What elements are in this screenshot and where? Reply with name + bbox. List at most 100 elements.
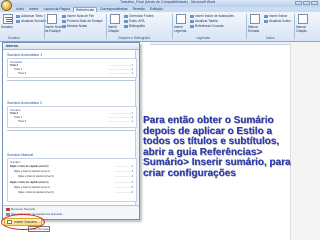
manage-sources-button[interactable]: Gerenciar Fontes [124,14,154,18]
mark-citation-button[interactable]: Marcar Citação [296,25,316,33]
update-table-icon [190,19,194,23]
sources-icon [124,14,128,18]
highlight-circle [1,214,45,230]
window-controls [295,1,318,5]
caption-icon [176,14,186,24]
toc-preview-line: Título 1 [10,112,19,115]
table-of-contents-icon [3,14,13,24]
group-citations-label: Citações e Bibliografia [118,36,150,40]
toc-preview-line: Digite o título do capítulo (nível 1) [10,181,49,184]
toc-preview-line: Digite o título do capítulo (nível 1) [10,165,49,168]
add-text-icon [16,14,20,18]
cross-reference-icon [190,24,194,28]
style-label: Estilo: APA [129,19,145,23]
toc-preview-dots: ....................................1 [107,72,133,75]
insert-citation-button[interactable]: Inserir Citação [108,25,122,33]
toc-preview-dots: ....................................1 [107,120,133,123]
update-toc-label: Atualizar Sumário [21,19,47,23]
gallery-header: Interno [3,43,139,50]
update-icon [16,19,20,23]
show-notes-label: Mostrar Notas [67,24,88,28]
update-table-label: Atualizar Tabela [195,19,218,23]
toc-style-title: Sumário Manual [7,153,34,157]
citation-icon [110,14,120,24]
office-button[interactable] [1,0,12,11]
toc-style-title: Sumário Automático 1 [7,53,43,57]
ribbon-separator [172,14,173,39]
toc-style-title: Sumário Automático 2 [7,101,43,105]
group-sumario-label: Sumário [8,36,20,40]
style-select[interactable]: Estilo: APA [124,19,145,23]
group-index-label: Índice [266,36,275,40]
show-notes-button[interactable]: Mostrar Notas [62,24,87,28]
toc-preview-line: Título 2 [14,68,22,71]
toc-preview-line: Digite o título do capítulo (nível 2) [14,186,50,189]
remove-toc-menu-item[interactable]: Remover Sumário [6,207,35,211]
cross-reference-button[interactable]: Referência Cruzada [190,24,223,28]
toc-preview-dots: ..........................3 [114,175,133,178]
gallery-divider [7,130,135,131]
group-captions-label: Legendas [196,36,211,40]
toc-preview-dots: ....................................1 [107,64,133,67]
mark-entry-icon [250,14,260,24]
toc-preview-dots: ....................................1 [107,116,133,119]
toc-preview-dots: ..........................4 [114,181,133,184]
next-footnote-label: Próxima Nota de Rodapé [67,19,103,23]
insert-endnote-button[interactable]: Inserir Nota de Fim [62,14,94,18]
mark-entry-button[interactable]: Marcar Entrada [248,25,262,33]
ribbon-separator [106,14,107,39]
next-footnote-button[interactable]: Próxima Nota de Rodapé [62,19,103,23]
manage-sources-label: Gerenciar Fontes [129,14,154,18]
remove-toc-label: Remover Sumário [11,207,36,211]
toc-style-automatic-1[interactable]: Conteúdo Título 1 ......................… [7,58,137,78]
toc-preview-dots: ..........................5 [114,186,133,189]
bibliography-button[interactable]: Bibliografia [124,24,145,28]
bibliography-icon [124,24,128,28]
window-title: Trabalho_Final (Modo de Compatibilidade)… [120,0,216,4]
toc-preview-line: Digite o título do capítulo (nível 3) [18,175,54,178]
toc-gallery: Interno Sumário Automático 1 Conteúdo Tí… [2,42,140,220]
insert-caption-button[interactable]: Inserir Legenda [174,25,188,33]
show-notes-icon [62,24,66,28]
ribbon: Sumário Adicionar Texto Atualizar Sumári… [0,12,320,42]
toc-preview-line: Digite o título do capítulo (nível 3) [18,191,54,194]
word-window: Trabalho_Final (Modo de Compatibilidade)… [0,0,320,240]
gallery-divider [7,80,135,81]
remove-icon [6,207,10,211]
insert-index-button[interactable]: Inserir Índice [264,14,287,18]
toc-preview-line: Digite o título do capítulo (nível 2) [14,170,50,173]
toc-style-manual[interactable]: Sumário Digite o título do capítulo (nív… [7,158,137,202]
toc-preview-dots: ..........................1 [114,165,133,168]
toc-preview-line: Título 3 [18,72,26,75]
instruction-annotation: Para então obter o Sumário depois de apl… [143,115,291,179]
insert-figure-index-button[interactable]: Inserir Índice de Ilustrações [190,14,234,18]
mark-citation-icon [298,14,308,24]
update-index-icon [264,19,268,23]
toc-preview-dots: ..........................6 [114,191,133,194]
footnote-icon [47,14,57,24]
update-index-label: Atualizar Índice [269,19,291,23]
bibliography-label: Bibliografia [129,24,145,28]
toc-preview-heading: Sumário [10,160,21,164]
minimize-button[interactable] [295,1,302,5]
style-icon [124,19,128,23]
toc-preview-line: Título 2 [14,116,22,119]
index-icon [264,14,268,18]
toc-preview-dots: ....................................1 [107,112,133,115]
toc-preview-dots: ..........................2 [114,170,133,173]
add-text-label: Adicionar Texto [21,14,43,18]
sumario-button[interactable]: Sumário [1,25,13,29]
insert-endnote-label: Inserir Nota de Fim [67,14,95,18]
toc-style-automatic-2[interactable]: Sumário Título 1 .......................… [7,106,137,128]
next-note-icon [62,19,66,23]
toc-preview-line: Título 1 [10,64,19,67]
close-button[interactable] [311,1,318,5]
insert-index-label: Inserir Índice [269,14,288,18]
update-toc-button[interactable]: Atualizar Sumário [16,19,46,23]
figure-index-label: Inserir Índice de Ilustrações [195,14,234,18]
update-table-button[interactable]: Atualizar Tabela [190,19,218,23]
add-text-button[interactable]: Adicionar Texto [16,14,43,18]
maximize-button[interactable] [303,1,310,5]
toc-preview-dots: ....................................1 [107,68,133,71]
update-index-button[interactable]: Atualizar Índice [264,19,291,23]
